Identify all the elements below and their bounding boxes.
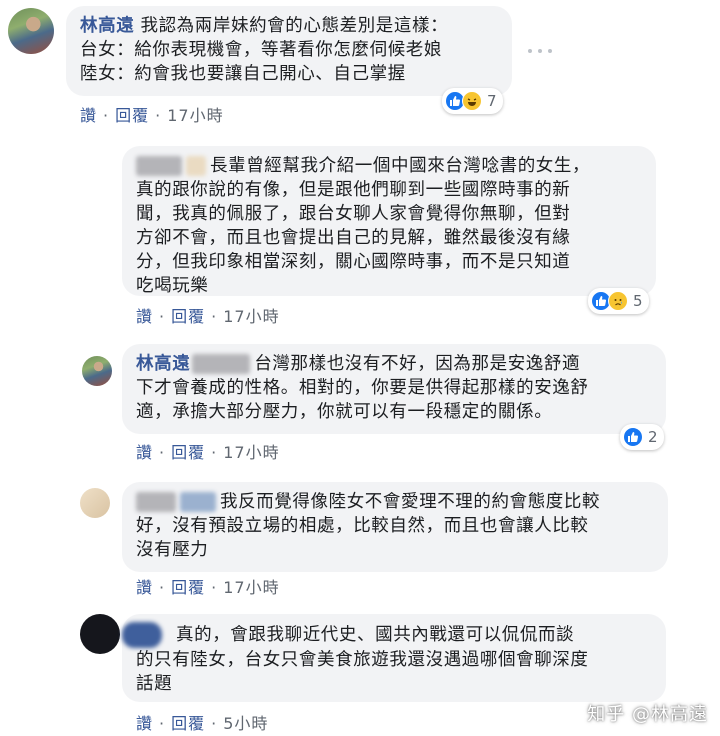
redacted-name [136, 156, 182, 176]
reaction-count: 5 [633, 292, 643, 310]
comment-text-line: 陸女：約會我也要讓自己開心、自己掌握 [80, 64, 406, 84]
comment-timestamp[interactable]: 17小時 [223, 443, 279, 462]
comment-text-line: 下才會養成的性格。相對的，你要是供得起那樣的安逸舒 [136, 378, 589, 398]
comment-text-line: 話題 [136, 674, 173, 694]
avatar[interactable] [8, 8, 54, 54]
reply-link[interactable]: 回覆 [171, 307, 205, 326]
reaction-summary[interactable]: 2 [620, 424, 664, 450]
reaction-count: 7 [487, 92, 497, 110]
comment-timestamp[interactable]: 17小時 [223, 307, 279, 326]
reply-link[interactable]: 回覆 [115, 106, 149, 125]
redacted-name [180, 492, 216, 512]
comment-actions: 讚 · 回覆 · 17小時 [80, 106, 224, 125]
reply-link[interactable]: 回覆 [171, 443, 205, 462]
redacted-name [122, 622, 162, 648]
reply-link[interactable]: 回覆 [171, 714, 205, 733]
watermark: 知乎 @林高遠 [587, 704, 708, 725]
like-link[interactable]: 讚 [136, 578, 153, 597]
comment-bubble: 我反而覺得像陸女不會愛理不理的約會態度比較 好，沒有預設立場的相處，比較自然，而… [122, 482, 668, 572]
reaction-summary[interactable]: 5 [588, 288, 649, 314]
comment-text-line: 分，但我印象相當深刻，關心國際時事，而不是只知道 [136, 252, 571, 272]
like-reaction-icon [623, 427, 643, 447]
comment-timestamp[interactable]: 17小時 [167, 106, 223, 125]
like-link[interactable]: 讚 [136, 714, 153, 733]
comment-text-line: 台女：給你表現機會，等著看你怎麼伺候老娘 [80, 40, 442, 60]
comment-text-line: 聞，我真的佩服了，跟台女聊人家會覺得你無聊，但對 [136, 204, 571, 224]
comment-text-line: 沒有壓力 [136, 540, 209, 560]
comment-bubble: 林高遠 我認為兩岸妹約會的心態差別是這樣： 台女：給你表現機會，等著看你怎麼伺候… [66, 6, 512, 96]
redacted-name [192, 354, 251, 374]
comment-text-line: 適，承擔大部分壓力，你就可以有一段穩定的關係。 [136, 402, 553, 422]
haha-reaction-icon [462, 91, 482, 111]
comment-actions: 讚 · 回覆 · 17小時 [136, 443, 280, 462]
like-link[interactable]: 讚 [80, 106, 97, 125]
comment-text-line: 真的跟你說的有像，但是跟他們聊到一些國際時事的新 [136, 180, 571, 200]
comment-bubble: 長輩曾經幫我介紹一個中國來台灣唸書的女生， 真的跟你說的有像，但是跟他們聊到一些… [122, 146, 656, 296]
comment-actions: 讚 · 回覆 · 17小時 [136, 578, 280, 597]
reaction-summary[interactable]: 7 [442, 88, 503, 114]
avatar[interactable] [80, 614, 120, 654]
comment-timestamp[interactable]: 17小時 [223, 578, 279, 597]
comment-actions: 讚 · 回覆 · 17小時 [136, 307, 280, 326]
comment-text-line: 的只有陸女，台女只會美食旅遊我還沒遇過哪個會聊深度 [136, 650, 589, 670]
comment-text-line: 方卻不會，而且也會提出自己的見解，雖然最後沒有緣 [136, 228, 571, 248]
comment-bubble: 真的，會跟我聊近代史、國共內戰還可以侃侃而談 的只有陸女，台女只會美食旅遊我還沒… [122, 614, 666, 702]
comment-actions: 讚 · 回覆 · 5小時 [136, 714, 269, 733]
reply-link[interactable]: 回覆 [171, 578, 205, 597]
redacted-name [186, 156, 206, 176]
comment-author[interactable]: 林高遠 [80, 16, 134, 36]
avatar[interactable] [82, 356, 112, 386]
comment-text-line: 長輩曾經幫我介紹一個中國來台灣唸書的女生， [210, 156, 591, 176]
comment-text-line: 吃喝玩樂 [136, 276, 209, 296]
like-link[interactable]: 讚 [136, 443, 153, 462]
comment-author[interactable]: 林高遠 [136, 354, 190, 374]
comment-bubble: 林高遠 台灣那樣也沒有不好，因為那是安逸舒適 下才會養成的性格。相對的，你要是供得… [122, 344, 666, 434]
comment-text-line: 台灣那樣也沒有不好，因為那是安逸舒適 [254, 354, 581, 374]
comment-text-line: 好，沒有預設立場的相處，比較自然，而且也會讓人比較 [136, 516, 589, 536]
more-options-icon[interactable] [528, 46, 552, 56]
avatar[interactable] [80, 488, 110, 518]
comment-text-line: 我認為兩岸妹約會的心態差別是這樣： [140, 16, 449, 36]
redacted-name [136, 492, 176, 512]
comment-timestamp[interactable]: 5小時 [223, 714, 268, 733]
sad-reaction-icon [608, 291, 628, 311]
reaction-count: 2 [648, 428, 658, 446]
comment-text-line: 真的，會跟我聊近代史、國共內戰還可以侃侃而談 [176, 625, 575, 645]
like-link[interactable]: 讚 [136, 307, 153, 326]
comment-text-line: 我反而覺得像陸女不會愛理不理的約會態度比較 [220, 492, 601, 512]
